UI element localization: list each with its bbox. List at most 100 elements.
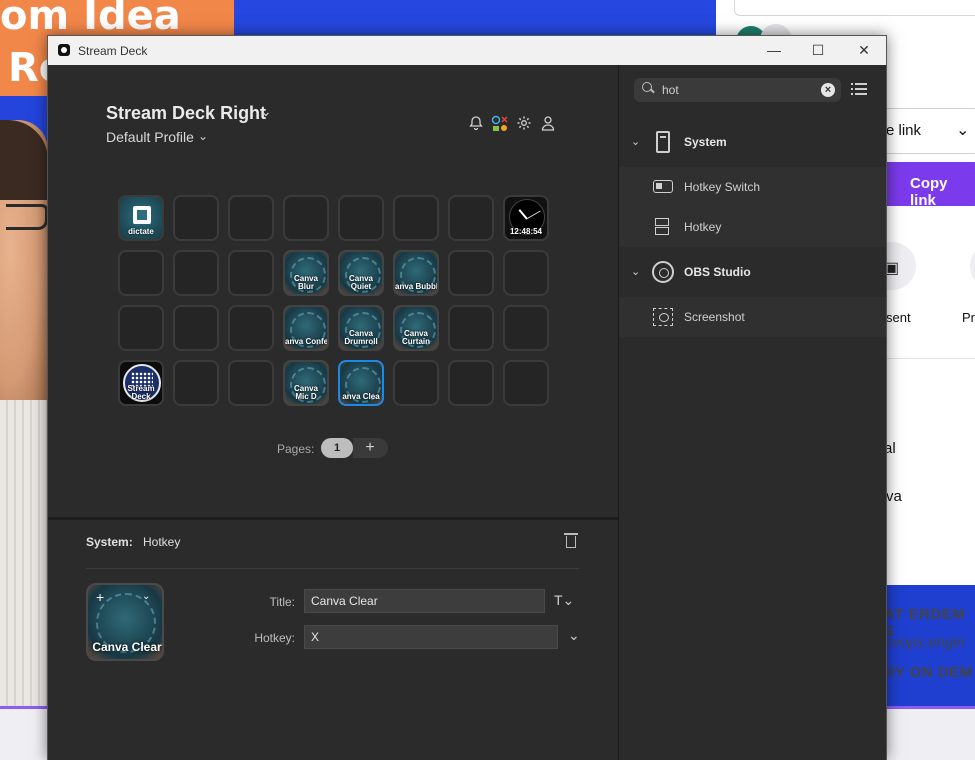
maximize-button[interactable]: ☐	[804, 40, 832, 60]
minimize-button[interactable]: —	[760, 40, 788, 60]
key-label: 12:48:54	[509, 227, 543, 236]
trash-icon[interactable]	[563, 531, 579, 549]
gear-icon[interactable]	[514, 115, 534, 135]
copy-link-label: Copy link	[910, 175, 948, 209]
title-field-label: Title:	[269, 595, 295, 609]
key-button[interactable]: Canva Drumroll	[338, 305, 384, 351]
action-search[interactable]: ×	[634, 78, 841, 102]
inspector-action-name: Hotkey	[143, 535, 181, 549]
profile-selector[interactable]: Default Profile	[106, 129, 194, 145]
device-selector[interactable]: Stream Deck Right	[106, 103, 266, 124]
window-title: Stream Deck	[78, 44, 148, 58]
computer-tower-icon	[656, 131, 670, 153]
canvas-area: Stream Deck Right ⌄ Default Profile ⌄ di…	[48, 65, 618, 760]
stream-deck-app-icon	[58, 44, 70, 56]
empty-key[interactable]	[338, 195, 384, 241]
footer-text-3: RY ON DEM	[884, 664, 973, 681]
key-label: Canva Quiet	[348, 274, 373, 291]
empty-key[interactable]	[503, 305, 549, 351]
key-label: Stream Deck	[127, 384, 155, 401]
key-button[interactable]: Canva Mic D	[283, 360, 329, 406]
share-text-va: va	[886, 488, 902, 505]
key-label: Canva Mic D	[293, 384, 318, 401]
action-label: Screenshot	[684, 310, 745, 324]
hotkey-field-label: Hotkey:	[254, 631, 295, 645]
plus-icon[interactable]: +	[96, 589, 104, 605]
category-system[interactable]: ⌄ System	[619, 121, 886, 165]
close-button[interactable]: ✕	[850, 40, 878, 60]
action-screenshot[interactable]: Screenshot	[619, 297, 886, 337]
inspector-plugin-label: System:	[86, 535, 133, 549]
share-input[interactable]	[734, 0, 975, 16]
empty-key[interactable]	[393, 360, 439, 406]
empty-key[interactable]	[503, 360, 549, 406]
key-label: Canva Drumroll	[344, 329, 378, 346]
empty-key[interactable]	[118, 250, 164, 296]
title-bar[interactable]: Stream Deck — ☐ ✕	[48, 36, 886, 65]
hotkey-field[interactable]	[304, 625, 558, 649]
key-label: anva Clea	[342, 392, 380, 401]
obs-logo-icon	[652, 261, 674, 283]
title-field[interactable]	[304, 589, 545, 613]
empty-key[interactable]	[118, 305, 164, 351]
hotkey-switch-icon	[653, 180, 673, 193]
chevron-down-icon[interactable]: ⌄	[142, 591, 150, 602]
action-hotkey[interactable]: Hotkey	[619, 207, 886, 247]
empty-key[interactable]	[173, 360, 219, 406]
empty-key[interactable]	[283, 195, 329, 241]
category-obs-studio[interactable]: ⌄ OBS Studio	[619, 251, 886, 295]
search-input[interactable]	[662, 83, 812, 97]
key-button[interactable]: dictate	[118, 195, 164, 241]
pr-label: Pr	[962, 310, 975, 325]
chevron-down-icon[interactable]: ⌄	[568, 627, 580, 644]
key-label: Canva Blur	[293, 274, 318, 291]
stream-deck-window: Stream Deck — ☐ ✕ Stream Deck Right ⌄ De…	[47, 35, 887, 760]
empty-key[interactable]	[448, 195, 494, 241]
empty-key[interactable]	[173, 305, 219, 351]
key-button[interactable]: anva Confe	[283, 305, 329, 351]
chevron-down-icon: ⌄	[956, 122, 970, 139]
action-hotkey-switch[interactable]: Hotkey Switch	[619, 167, 886, 207]
action-label: Hotkey Switch	[684, 180, 761, 194]
chevron-down-icon[interactable]: ⌄	[631, 135, 640, 148]
empty-key[interactable]	[173, 250, 219, 296]
divider	[86, 568, 579, 569]
clear-search-icon[interactable]: ×	[821, 83, 835, 97]
key-button[interactable]: Stream Deck	[118, 360, 164, 406]
empty-key[interactable]	[503, 250, 549, 296]
text-format-icon[interactable]: T⌄	[554, 592, 574, 609]
key-button[interactable]: Canva Blur	[283, 250, 329, 296]
chevron-down-icon[interactable]: ⌄	[631, 265, 640, 278]
empty-key[interactable]	[228, 195, 274, 241]
empty-key[interactable]	[173, 195, 219, 241]
key-label: anva Confe	[285, 337, 329, 346]
empty-key[interactable]	[448, 305, 494, 351]
empty-key[interactable]	[448, 360, 494, 406]
dictate-logo-icon	[133, 206, 151, 224]
inspector-divider[interactable]	[48, 517, 618, 520]
account-icon[interactable]	[538, 115, 558, 135]
empty-key[interactable]	[228, 250, 274, 296]
banner-line-1: om Idea	[0, 0, 181, 39]
list-view-icon[interactable]	[851, 82, 867, 96]
bell-icon[interactable]	[466, 115, 486, 135]
key-button[interactable]: 12:48:54	[503, 195, 549, 241]
key-image-preview[interactable]: + ⌄ Canva Clear	[86, 583, 164, 661]
link-access-text: e link	[886, 122, 922, 139]
key-button[interactable]: Canva Curtain	[393, 305, 439, 351]
chevron-down-icon[interactable]: ⌄	[260, 103, 272, 120]
empty-key[interactable]	[228, 305, 274, 351]
page-1-button[interactable]: 1	[321, 438, 353, 458]
key-button[interactable]: anva Clea	[338, 360, 384, 406]
empty-key[interactable]	[393, 195, 439, 241]
key-button[interactable]: Canva Quiet	[338, 250, 384, 296]
empty-key[interactable]	[448, 250, 494, 296]
actions-panel: × ⌄ System Hotkey Switch Hotkey ⌄ OBS St…	[619, 65, 886, 760]
key-button[interactable]: anva Bubbl	[393, 250, 439, 296]
empty-key[interactable]	[228, 360, 274, 406]
plugins-icon[interactable]	[490, 115, 510, 135]
chevron-down-icon[interactable]: ⌄	[198, 129, 208, 143]
person-photo	[0, 120, 48, 710]
add-page-button[interactable]: +	[360, 438, 380, 458]
key-preview-label: Canva Clear	[92, 640, 162, 654]
